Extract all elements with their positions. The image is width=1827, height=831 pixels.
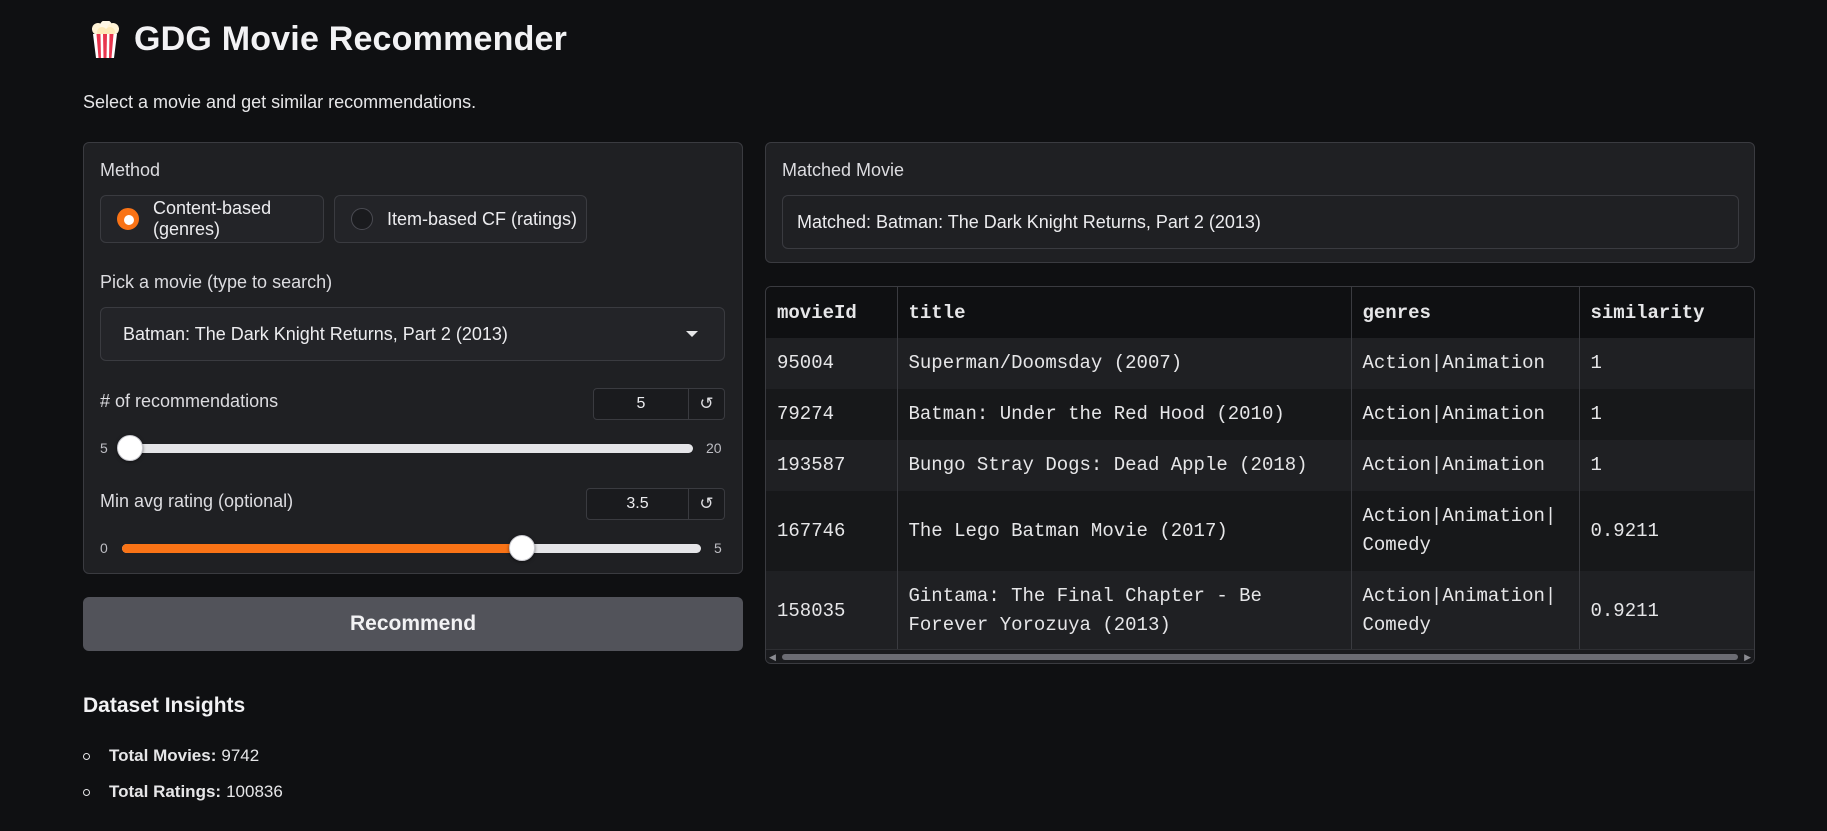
matched-movie-label: Matched Movie xyxy=(782,160,905,180)
cell-movieid: 95004 xyxy=(766,338,898,389)
recommend-button[interactable]: Recommend xyxy=(83,597,743,651)
radio-unselected-indicator[interactable] xyxy=(351,208,373,230)
app-root: GDG Movie Recommender Select a movie and… xyxy=(0,0,1827,831)
insight-total-movies: Total Movies: 9742 xyxy=(83,746,259,766)
table-row: 167746 The Lego Batman Movie (2017) Acti… xyxy=(766,491,1754,571)
scrollbar-thumb[interactable] xyxy=(782,654,1738,660)
insight-total-ratings: Total Ratings: 100836 xyxy=(83,782,283,802)
column-header-movieid[interactable]: movieId xyxy=(766,287,898,338)
cell-title: Gintama: The Final Chapter - Be Forever … xyxy=(897,571,1352,651)
cell-similarity: 1 xyxy=(1590,403,1602,425)
page-subtitle: Select a movie and get similar recommend… xyxy=(83,92,477,112)
cell-similarity: 1 xyxy=(1590,352,1602,374)
cell-movieid: 193587 xyxy=(766,440,898,491)
chevron-down-icon[interactable] xyxy=(686,331,698,337)
rating-label: Min avg rating (optional) xyxy=(100,491,294,511)
recs-slider[interactable] xyxy=(117,435,693,461)
table-row: 79274 Batman: Under the Red Hood (2010) … xyxy=(766,389,1754,440)
cell-title: Superman/Doomsday (2007) xyxy=(897,338,1352,389)
radio-selected-indicator[interactable] xyxy=(117,208,139,230)
matched-movie-textbox[interactable]: Matched: Batman: The Dark Knight Returns… xyxy=(782,195,1739,249)
column-header-genres[interactable]: genres xyxy=(1351,287,1580,338)
table-header-row: movieId title genres similarity xyxy=(766,287,1754,338)
insight-label: Total Ratings: xyxy=(109,782,222,801)
insight-value: 9742 xyxy=(221,746,260,765)
cell-title: Bungo Stray Dogs: Dead Apple (2018) xyxy=(897,440,1352,491)
recs-number-input[interactable]: ↺ xyxy=(593,388,725,420)
cell-genres: Action|Animation| Comedy xyxy=(1351,571,1580,651)
table-row: 158035 Gintama: The Final Chapter - Be F… xyxy=(766,571,1754,651)
slider-track[interactable] xyxy=(121,444,693,453)
controls-panel: Method Content-based (genres) Item-based… xyxy=(83,142,743,574)
cell-title: Batman: Under the Red Hood (2010) xyxy=(897,389,1352,440)
rating-max-tick: 5 xyxy=(714,540,722,556)
insight-value: 100836 xyxy=(226,782,283,801)
scroll-left-arrow-icon[interactable]: ◀ xyxy=(769,652,776,663)
rating-value-field[interactable] xyxy=(587,489,688,519)
cell-genres: Action|Animation xyxy=(1351,440,1580,491)
cell-similarity: 0.9211 xyxy=(1590,599,1659,622)
cell-movieid: 158035 xyxy=(766,571,898,651)
recs-value-field[interactable] xyxy=(594,389,688,419)
insight-label: Total Movies: xyxy=(109,746,217,765)
column-header-similarity[interactable]: similarity xyxy=(1579,287,1754,338)
header: GDG Movie Recommender xyxy=(90,20,567,59)
slider-fill xyxy=(122,544,522,553)
radio-content-based[interactable]: Content-based (genres) xyxy=(100,195,324,243)
slider-thumb[interactable] xyxy=(117,435,143,461)
cell-genres: Action|Animation| Comedy xyxy=(1351,491,1580,571)
matched-movie-panel: Matched Movie Matched: Batman: The Dark … xyxy=(765,142,1755,263)
page-title: GDG Movie Recommender xyxy=(134,20,568,58)
rating-slider[interactable] xyxy=(122,535,701,561)
recs-min-tick: 5 xyxy=(100,440,108,456)
movie-picker-label: Pick a movie (type to search) xyxy=(100,272,333,292)
horizontal-scrollbar[interactable]: ◀ ▶ xyxy=(766,649,1754,663)
radio-item-based-cf[interactable]: Item-based CF (ratings) xyxy=(334,195,587,243)
rating-min-tick: 0 xyxy=(100,540,108,556)
cell-similarity: 0.9211 xyxy=(1590,519,1659,542)
recs-label: # of recommendations xyxy=(100,391,279,411)
matched-movie-text: Matched: Batman: The Dark Knight Returns… xyxy=(797,211,1261,232)
bullet-icon xyxy=(83,752,90,760)
cell-genres: Action|Animation xyxy=(1351,389,1580,440)
cell-similarity: 1 xyxy=(1590,454,1602,476)
column-header-title[interactable]: title xyxy=(897,287,1352,338)
slider-thumb[interactable] xyxy=(509,535,535,561)
reset-icon[interactable]: ↺ xyxy=(688,489,724,519)
method-label: Method xyxy=(100,160,161,180)
scroll-right-arrow-icon[interactable]: ▶ xyxy=(1744,652,1751,663)
movie-selected-value: Batman: The Dark Knight Returns, Part 2 … xyxy=(123,323,508,344)
insights-title: Dataset Insights xyxy=(83,694,246,717)
cell-genres: Action|Animation xyxy=(1351,338,1580,389)
movie-dropdown[interactable]: Batman: The Dark Knight Returns, Part 2 … xyxy=(100,307,725,361)
cell-movieid: 167746 xyxy=(766,491,898,571)
table-row: 193587 Bungo Stray Dogs: Dead Apple (201… xyxy=(766,440,1754,491)
popcorn-icon xyxy=(92,20,119,58)
bullet-icon xyxy=(83,788,90,796)
cell-title: The Lego Batman Movie (2017) xyxy=(897,491,1352,571)
results-table: movieId title genres similarity 95004 Su… xyxy=(765,286,1755,664)
rating-number-input[interactable]: ↺ xyxy=(586,488,725,520)
cell-movieid: 79274 xyxy=(766,389,898,440)
radio-label: Item-based CF (ratings) xyxy=(387,208,578,229)
table-row: 95004 Superman/Doomsday (2007) Action|An… xyxy=(766,338,1754,389)
recs-max-tick: 20 xyxy=(706,440,722,456)
radio-label: Content-based (genres) xyxy=(153,198,272,239)
reset-icon[interactable]: ↺ xyxy=(688,389,724,419)
